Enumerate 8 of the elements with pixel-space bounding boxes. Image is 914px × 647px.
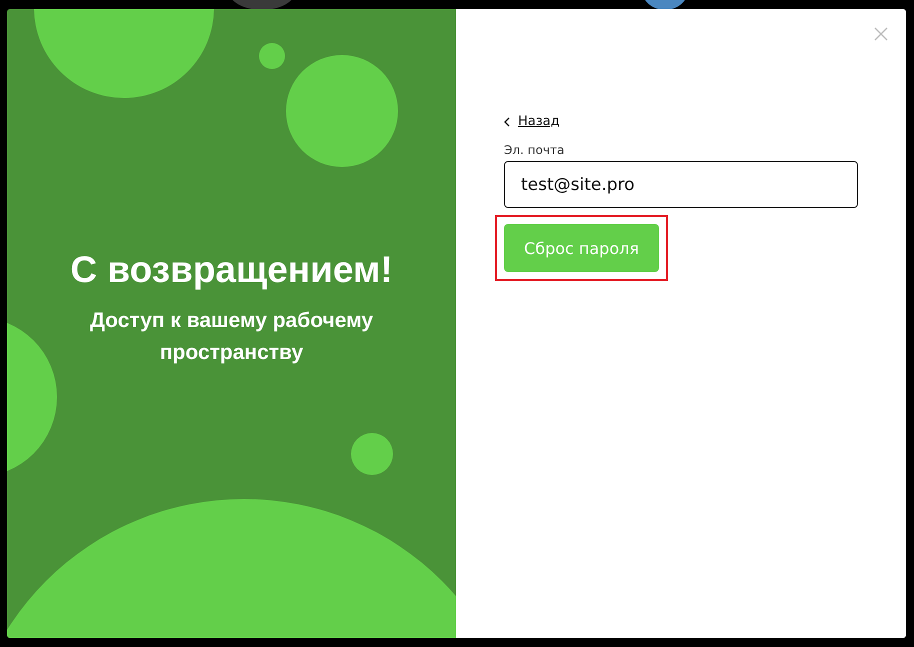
welcome-title: С возвращением! <box>69 249 394 291</box>
decorative-circle <box>351 433 393 475</box>
back-link[interactable]: Назад <box>518 114 560 129</box>
welcome-subtitle: Доступ к вашему рабочему пространству <box>88 308 374 366</box>
email-label: Эл. почта <box>504 143 566 157</box>
close-icon[interactable] <box>874 27 888 41</box>
chevron-left-icon <box>504 116 510 126</box>
email-field[interactable]: test@site.pro <box>504 161 858 208</box>
